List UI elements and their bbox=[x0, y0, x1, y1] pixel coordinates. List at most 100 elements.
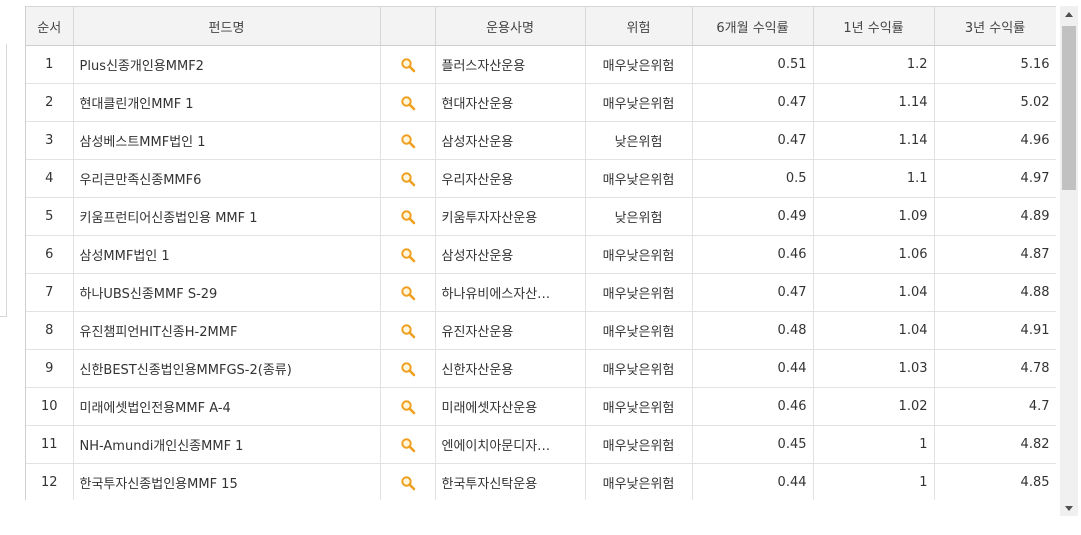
table-row[interactable]: 11 NH-Amundi개인신종MMF 1 엔에이치아문디자… 매우낮은위험 0.45 1… bbox=[26, 425, 1056, 464]
left-panel-edge bbox=[0, 44, 7, 317]
header-risk[interactable]: 위험 bbox=[585, 6, 693, 46]
cell-risk: 매우낮은위험 bbox=[585, 387, 693, 426]
magnifier-icon[interactable] bbox=[400, 285, 416, 301]
cell-return-6m: 0.46 bbox=[692, 235, 814, 274]
cell-fund-name[interactable]: 현대클린개인MMF 1 bbox=[73, 83, 381, 122]
cell-return-3y: 4.7 bbox=[934, 387, 1056, 426]
cell-fund-name[interactable]: Plus신종개인용MMF2 bbox=[73, 45, 381, 84]
magnifier-icon[interactable] bbox=[400, 475, 416, 491]
header-return-6m[interactable]: 6개월 수익률 bbox=[692, 6, 814, 46]
magnifier-icon[interactable] bbox=[400, 57, 416, 73]
cell-no: 7 bbox=[26, 273, 74, 312]
table-row[interactable]: 3 삼성베스트MMF법인 1 삼성자산운용 낮은위험 0.47 1.14 4.96 bbox=[26, 121, 1056, 160]
scroll-down-arrow[interactable] bbox=[1060, 500, 1078, 516]
cell-detail[interactable] bbox=[380, 83, 436, 122]
cell-fund-name[interactable]: 하나UBS신종MMF S-29 bbox=[73, 273, 381, 312]
cell-return-6m: 0.49 bbox=[692, 197, 814, 236]
cell-no: 2 bbox=[26, 83, 74, 122]
cell-company: 우리자산운용 bbox=[435, 159, 586, 198]
cell-detail[interactable] bbox=[380, 159, 436, 198]
cell-fund-name[interactable]: 삼성MMF법인 1 bbox=[73, 235, 381, 274]
cell-fund-name[interactable]: 삼성베스트MMF법인 1 bbox=[73, 121, 381, 160]
cell-return-3y: 4.91 bbox=[934, 311, 1056, 350]
cell-return-6m: 0.46 bbox=[692, 387, 814, 426]
cell-no: 4 bbox=[26, 159, 74, 198]
header-company[interactable]: 운용사명 bbox=[435, 6, 586, 46]
magnifier-icon[interactable] bbox=[400, 361, 416, 377]
table-row[interactable]: 5 키움프런티어신종법인용 MMF 1 키움투자자산운용 낮은위험 0.49 1.09 4.… bbox=[26, 197, 1056, 236]
cell-risk: 매우낮은위험 bbox=[585, 273, 693, 312]
cell-return-3y: 4.96 bbox=[934, 121, 1056, 160]
cell-fund-name[interactable]: 유진챔피언HIT신종H-2MMF bbox=[73, 311, 381, 350]
cell-no: 3 bbox=[26, 121, 74, 160]
cell-return-1y: 1.09 bbox=[813, 197, 935, 236]
cell-fund-name[interactable]: 키움프런티어신종법인용 MMF 1 bbox=[73, 197, 381, 236]
cell-return-1y: 1.03 bbox=[813, 349, 935, 388]
cell-fund-name[interactable]: 미래에셋법인전용MMF A-4 bbox=[73, 387, 381, 426]
cell-detail[interactable] bbox=[380, 235, 436, 274]
table-row[interactable]: 1 Plus신종개인용MMF2 플러스자산운용 매우낮은위험 0.51 1.2 5.16 bbox=[26, 45, 1056, 84]
cell-return-1y: 1.04 bbox=[813, 311, 935, 350]
cell-no: 1 bbox=[26, 45, 74, 84]
cell-return-6m: 0.44 bbox=[692, 349, 814, 388]
magnifier-icon[interactable] bbox=[400, 437, 416, 453]
cell-risk: 매우낮은위험 bbox=[585, 349, 693, 388]
cell-company: 미래에셋자산운용 bbox=[435, 387, 586, 426]
header-return-1y[interactable]: 1년 수익률 bbox=[813, 6, 935, 46]
scroll-thumb[interactable] bbox=[1062, 26, 1076, 190]
header-fund-name[interactable]: 펀드명 bbox=[73, 6, 381, 46]
cell-detail[interactable] bbox=[380, 197, 436, 236]
cell-detail[interactable] bbox=[380, 463, 436, 500]
cell-no: 5 bbox=[26, 197, 74, 236]
cell-return-3y: 4.89 bbox=[934, 197, 1056, 236]
table-row[interactable]: 12 한국투자신종법인용MMF 15 한국투자신탁운용 매우낮은위험 0.44 1 4.85 bbox=[26, 463, 1056, 500]
cell-return-6m: 0.45 bbox=[692, 425, 814, 464]
cell-return-6m: 0.44 bbox=[692, 463, 814, 500]
cell-detail[interactable] bbox=[380, 387, 436, 426]
cell-company: 삼성자산운용 bbox=[435, 121, 586, 160]
cell-company: 키움투자자산운용 bbox=[435, 197, 586, 236]
cell-fund-name[interactable]: 신한BEST신종법인용MMFGS-2(종류) bbox=[73, 349, 381, 388]
cell-detail[interactable] bbox=[380, 45, 436, 84]
cell-risk: 매우낮은위험 bbox=[585, 235, 693, 274]
cell-detail[interactable] bbox=[380, 121, 436, 160]
fund-table: 순서 펀드명 운용사명 위험 6개월 수익률 1년 수익률 3년 수익률 1 Pl… bbox=[26, 6, 1056, 500]
cell-risk: 매우낮은위험 bbox=[585, 83, 693, 122]
cell-risk: 매우낮은위험 bbox=[585, 45, 693, 84]
cell-return-3y: 5.02 bbox=[934, 83, 1056, 122]
table-row[interactable]: 2 현대클린개인MMF 1 현대자산운용 매우낮은위험 0.47 1.14 5.02 bbox=[26, 83, 1056, 122]
magnifier-icon[interactable] bbox=[400, 399, 416, 415]
cell-fund-name[interactable]: 우리큰만족신종MMF6 bbox=[73, 159, 381, 198]
header-return-3y[interactable]: 3년 수익률 bbox=[934, 6, 1056, 46]
magnifier-icon[interactable] bbox=[400, 247, 416, 263]
cell-return-1y: 1.1 bbox=[813, 159, 935, 198]
magnifier-icon[interactable] bbox=[400, 323, 416, 339]
cell-detail[interactable] bbox=[380, 273, 436, 312]
cell-detail[interactable] bbox=[380, 425, 436, 464]
table-row[interactable]: 7 하나UBS신종MMF S-29 하나유비에스자산… 매우낮은위험 0.47 1.04 4… bbox=[26, 273, 1056, 312]
cell-fund-name[interactable]: NH-Amundi개인신종MMF 1 bbox=[73, 425, 381, 464]
table-row[interactable]: 6 삼성MMF법인 1 삼성자산운용 매우낮은위험 0.46 1.06 4.87 bbox=[26, 235, 1056, 274]
header-no[interactable]: 순서 bbox=[26, 6, 74, 46]
cell-return-1y: 1.04 bbox=[813, 273, 935, 312]
magnifier-icon[interactable] bbox=[400, 171, 416, 187]
table-row[interactable]: 9 신한BEST신종법인용MMFGS-2(종류) 신한자산운용 매우낮은위험 0.44 1… bbox=[26, 349, 1056, 388]
cell-company: 신한자산운용 bbox=[435, 349, 586, 388]
table-header-row: 순서 펀드명 운용사명 위험 6개월 수익률 1년 수익률 3년 수익률 bbox=[26, 6, 1056, 46]
magnifier-icon[interactable] bbox=[400, 95, 416, 111]
cell-company: 하나유비에스자산… bbox=[435, 273, 586, 312]
scroll-up-arrow[interactable] bbox=[1060, 6, 1078, 22]
magnifier-icon[interactable] bbox=[400, 133, 416, 149]
magnifier-icon[interactable] bbox=[400, 209, 416, 225]
cell-return-6m: 0.47 bbox=[692, 83, 814, 122]
table-row[interactable]: 4 우리큰만족신종MMF6 우리자산운용 매우낮은위험 0.5 1.1 4.97 bbox=[26, 159, 1056, 198]
cell-detail[interactable] bbox=[380, 349, 436, 388]
table-row[interactable]: 10 미래에셋법인전용MMF A-4 미래에셋자산운용 매우낮은위험 0.46 1.02 4… bbox=[26, 387, 1056, 426]
cell-detail[interactable] bbox=[380, 311, 436, 350]
vertical-scrollbar[interactable] bbox=[1060, 6, 1078, 516]
table-row[interactable]: 8 유진챔피언HIT신종H-2MMF 유진자산운용 매우낮은위험 0.48 1.04 4.9… bbox=[26, 311, 1056, 350]
cell-risk: 낮은위험 bbox=[585, 197, 693, 236]
cell-fund-name[interactable]: 한국투자신종법인용MMF 15 bbox=[73, 463, 381, 500]
cell-return-3y: 4.87 bbox=[934, 235, 1056, 274]
cell-return-6m: 0.5 bbox=[692, 159, 814, 198]
